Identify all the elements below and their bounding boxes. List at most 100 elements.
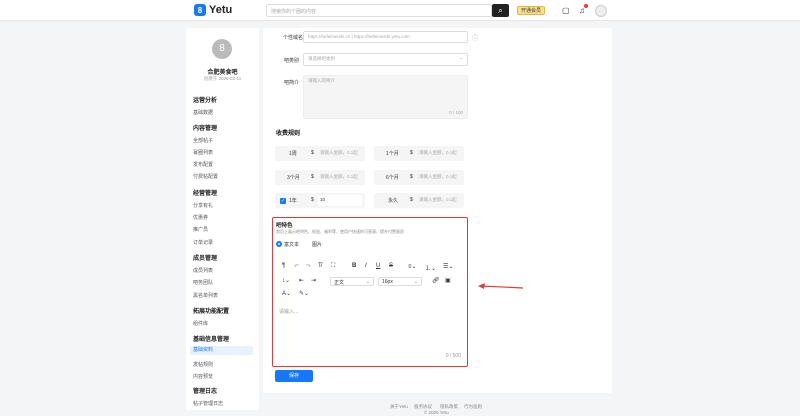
- annotation-arrow-icon: [478, 283, 524, 289]
- radio-rich-text[interactable]: [276, 241, 282, 247]
- nav-section-members: 成员管理: [193, 256, 218, 262]
- intro-placeholder: 请输入吧简介: [308, 78, 335, 83]
- chevron-down-icon: ⌄: [365, 279, 370, 285]
- category-placeholder: 请选择吧类别: [308, 56, 335, 61]
- undo-icon[interactable]: ↶: [294, 263, 299, 270]
- nav-item-basic-data[interactable]: 基础数据: [193, 109, 213, 116]
- nav-item-circle-list[interactable]: 幂圈列表: [193, 149, 213, 156]
- radio-image-label[interactable]: 图片: [312, 241, 322, 248]
- nav-item-orders[interactable]: 订单记录: [193, 239, 213, 246]
- intro-label: 吧简介: [284, 80, 300, 86]
- ordered-list-icon[interactable]: ⒈⌄: [425, 263, 436, 272]
- category-select[interactable]: 请选择吧类别 ⌄: [303, 53, 468, 66]
- nav-section-analytics: 运营分析: [193, 98, 218, 104]
- font-size-select[interactable]: 16px ⌄: [378, 277, 422, 286]
- nav-item-admin-team[interactable]: 吧务团队: [193, 279, 213, 286]
- logo[interactable]: 8 Yetu: [194, 4, 232, 16]
- fee-input[interactable]: 请输入金额，0.1起: [419, 174, 457, 180]
- footer-copyright: © 2025 Yetu: [424, 410, 449, 415]
- fee-row-1year: 1年 $ 10: [275, 193, 365, 208]
- footer-link-about[interactable]: 关于Yetu: [390, 404, 408, 410]
- logo-text: Yetu: [209, 4, 233, 16]
- format-painter-icon[interactable]: ¶: [282, 263, 285, 269]
- intro-count: 0 / 100: [449, 110, 463, 115]
- intro-textarea[interactable]: 请输入吧简介 0 / 100: [303, 75, 468, 119]
- fee-input[interactable]: 请输入金额，0.1起: [419, 150, 457, 156]
- currency-symbol: $: [410, 150, 413, 156]
- fee-input[interactable]: 请输入金额，0.1起: [320, 150, 358, 156]
- nav-item-all-posts[interactable]: 全部帖子: [193, 137, 213, 144]
- chevron-down-icon: ⌄: [413, 279, 418, 285]
- nav-item-components[interactable]: 组件库: [193, 320, 208, 327]
- strikethrough-icon[interactable]: S: [389, 263, 393, 269]
- nav-item-content-preview[interactable]: 内容预览: [193, 373, 213, 380]
- fee-input[interactable]: 10: [318, 195, 362, 206]
- radio-rich-text-label: 富文本: [284, 242, 300, 248]
- bold-icon[interactable]: B: [352, 263, 356, 269]
- fee-row-3months: 3个月 $ 请输入金额，0.1起: [275, 170, 365, 185]
- vip-button[interactable]: 开通会员: [517, 6, 546, 15]
- font-family-select[interactable]: 正文 ⌄: [330, 277, 374, 286]
- help-icon[interactable]: ⓘ: [472, 33, 478, 42]
- fee-row-forever: 永久 $ 请输入金额，0.1起: [374, 193, 464, 208]
- nav-item-publish-config[interactable]: 发布配置: [193, 161, 213, 168]
- currency-symbol: $: [410, 197, 413, 203]
- device-icon[interactable]: ▢: [562, 6, 570, 15]
- font-size-value: 16px: [382, 279, 393, 285]
- align-icon[interactable]: ≡⌄: [408, 263, 417, 270]
- underline-icon[interactable]: U: [376, 263, 380, 269]
- rich-text-editor[interactable]: 请输入... 0 / 500: [277, 303, 463, 359]
- outdent-icon[interactable]: ⇤: [299, 277, 304, 284]
- nav-item-share-reward[interactable]: 分享有礼: [193, 202, 213, 209]
- notification-badge: [584, 4, 588, 8]
- indent-icon[interactable]: ⇥: [311, 277, 316, 284]
- fee-period: 1年: [289, 198, 297, 204]
- fee-row-1week: 1周 $ 请输入金额，0.1起: [275, 146, 365, 161]
- nav-section-logs: 管理日志: [193, 389, 218, 395]
- nav-item-post-rules[interactable]: 发帖规则: [193, 361, 213, 368]
- redo-icon[interactable]: ↷: [306, 263, 311, 270]
- domain-field[interactable]: https://hefeimeishi.cn | https://hefeime…: [303, 31, 468, 43]
- group-name: 合肥美食吧: [207, 70, 238, 76]
- search-input[interactable]: 搜索你的个圈的内容: [266, 4, 492, 17]
- nav-section-extensions: 拓展功能配置: [193, 309, 230, 315]
- fee-period: 1个月: [386, 151, 399, 157]
- chevron-down-icon: ⌄: [459, 55, 463, 60]
- currency-symbol: $: [311, 150, 314, 156]
- image-icon[interactable]: ▣: [445, 277, 451, 284]
- currency-symbol: $: [410, 174, 413, 180]
- feature-title: 吧特色: [276, 223, 293, 229]
- fee-row-1month: 1个月 $ 请输入金额，0.1起: [374, 146, 464, 161]
- logo-mark-icon: 8: [194, 4, 206, 16]
- italic-icon[interactable]: I: [365, 263, 367, 269]
- nav-item-coupons[interactable]: 优惠券: [193, 214, 208, 221]
- link-icon[interactable]: 🔗︎: [432, 277, 440, 284]
- currency-symbol: $: [311, 197, 314, 203]
- search-button[interactable]: ⌕: [492, 4, 509, 17]
- nav-item-post-logs[interactable]: 帖子管理日志: [193, 400, 223, 407]
- fee-period: 3个月: [287, 175, 300, 181]
- line-height-icon[interactable]: ↕⌄: [282, 277, 290, 284]
- currency-symbol: $: [311, 174, 314, 180]
- editor-count: 0 / 500: [445, 353, 461, 359]
- fee-input[interactable]: 请输入金额，0.1起: [419, 197, 457, 203]
- feature-description: 首页上展示吧特色、权益、福利等，使用户快速的可直观，提升付费意愿: [276, 229, 404, 234]
- fee-input[interactable]: 请输入金额，0.1起: [320, 174, 358, 180]
- footer-link-conduct[interactable]: 行为准则: [464, 404, 482, 410]
- nav-item-basic-profile[interactable]: 基础资料: [190, 346, 253, 355]
- font-color-icon[interactable]: A⌄: [282, 290, 291, 297]
- highlight-color-icon[interactable]: ✎⌄: [299, 290, 309, 297]
- fee-1year-checkbox[interactable]: ✓: [280, 198, 286, 204]
- fee-period: 永久: [388, 198, 399, 204]
- fullscreen-icon[interactable]: ⛶: [331, 263, 335, 270]
- nav-item-blacklist[interactable]: 黑名单列表: [193, 292, 218, 299]
- nav-item-member-list[interactable]: 成员列表: [193, 267, 213, 274]
- save-button[interactable]: 保存: [275, 370, 313, 382]
- clear-format-icon[interactable]: T̸: [318, 263, 322, 269]
- fee-rules-title: 收费规则: [276, 131, 301, 137]
- nav-item-promoters[interactable]: 推广员: [193, 226, 208, 233]
- nav-item-paid-post-config[interactable]: 付费帖配置: [193, 173, 218, 180]
- user-avatar[interactable]: [595, 5, 607, 17]
- bullet-list-icon[interactable]: ☰⌄: [443, 263, 453, 270]
- domain-label: 个性域名: [283, 35, 304, 41]
